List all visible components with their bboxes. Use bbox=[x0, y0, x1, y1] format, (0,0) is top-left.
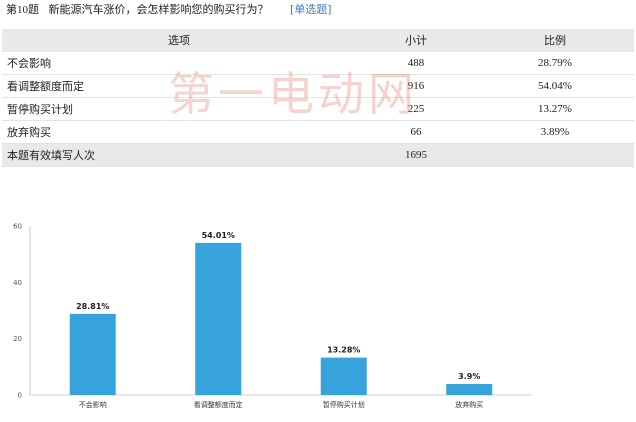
x-category-label: 不会影响 bbox=[79, 400, 107, 409]
x-category-label: 暂停购买计划 bbox=[323, 400, 365, 409]
x-category-label: 看调整额度而定 bbox=[194, 400, 243, 409]
y-tick-label: 0 bbox=[18, 392, 22, 400]
data-label: 54.01% bbox=[202, 231, 235, 240]
bar bbox=[320, 357, 367, 395]
y-tick-label: 40 bbox=[13, 279, 22, 287]
bar bbox=[446, 384, 493, 395]
bar bbox=[69, 313, 116, 395]
bar bbox=[195, 242, 242, 395]
bar-chart: 0 20 40 60 28.81% 54.01% 13.28% 3.9% 不会影响 看调整额度… bbox=[13, 223, 532, 409]
data-label: 28.81% bbox=[76, 302, 109, 311]
data-label: 13.28% bbox=[327, 346, 360, 355]
x-category-label: 放弃购买 bbox=[455, 400, 483, 409]
data-label: 3.9% bbox=[458, 372, 480, 381]
y-tick-label: 60 bbox=[13, 223, 22, 231]
y-tick-label: 20 bbox=[13, 335, 22, 343]
